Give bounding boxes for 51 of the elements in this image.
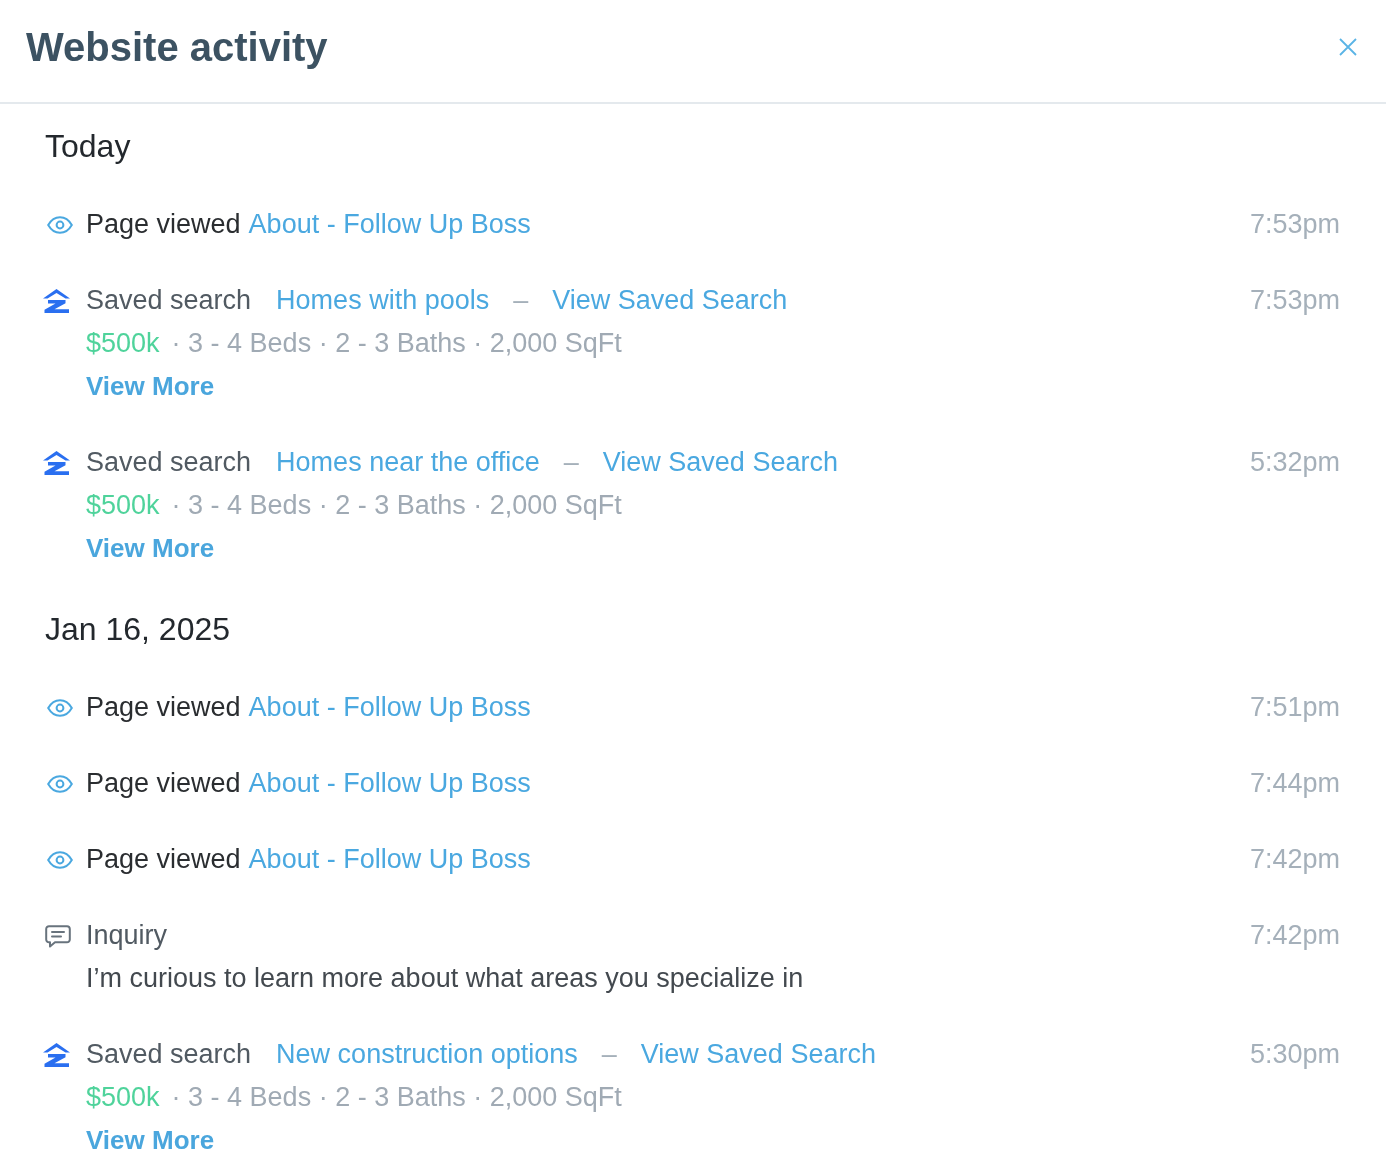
price-text: $500k bbox=[86, 327, 160, 360]
event-time: 7:53pm bbox=[1249, 208, 1340, 241]
house-icon bbox=[43, 450, 70, 475]
price-text: $500k bbox=[86, 1081, 160, 1114]
event-label: Page viewed bbox=[86, 767, 241, 800]
search-criteria-text: · 3 - 4 Beds · 2 - 3 Baths · 2,000 SqFt bbox=[171, 489, 622, 522]
page-link[interactable]: About - Follow Up Boss bbox=[248, 203, 531, 246]
date-heading: Today bbox=[45, 127, 132, 166]
event-time: 7:42pm bbox=[1249, 843, 1340, 876]
eye-icon bbox=[47, 215, 73, 234]
search-name-link[interactable]: Homes with pools bbox=[276, 279, 490, 322]
view-more-link[interactable]: View More bbox=[86, 527, 215, 570]
event-time: 7:44pm bbox=[1249, 767, 1340, 800]
event-label: Saved search bbox=[86, 1038, 252, 1071]
event-time: 7:51pm bbox=[1249, 691, 1340, 724]
separator-text: – bbox=[601, 1038, 617, 1071]
search-criteria-text: · 3 - 4 Beds · 2 - 3 Baths · 2,000 SqFt bbox=[171, 1081, 622, 1114]
event-time: 7:42pm bbox=[1249, 919, 1340, 952]
search-name-link[interactable]: New construction options bbox=[276, 1033, 578, 1076]
event-time: 5:30pm bbox=[1249, 1038, 1340, 1071]
view-saved-search-link[interactable]: View Saved Search bbox=[640, 1033, 876, 1076]
event-label: Saved search bbox=[86, 446, 252, 479]
view-more-link[interactable]: View More bbox=[86, 365, 215, 408]
event-label: Inquiry bbox=[86, 919, 168, 952]
chat-bubble-icon bbox=[45, 924, 71, 948]
house-icon bbox=[43, 1042, 70, 1067]
page-link[interactable]: About - Follow Up Boss bbox=[248, 762, 531, 805]
event-time: 7:53pm bbox=[1249, 284, 1340, 317]
event-label: Page viewed bbox=[86, 208, 241, 241]
panel-title: Website activity bbox=[26, 24, 328, 71]
event-time: 5:32pm bbox=[1249, 446, 1340, 479]
page-link[interactable]: About - Follow Up Boss bbox=[248, 686, 531, 729]
house-icon bbox=[43, 288, 70, 313]
event-label: Page viewed bbox=[86, 843, 241, 876]
view-saved-search-link[interactable]: View Saved Search bbox=[552, 279, 788, 322]
view-more-link[interactable]: View More bbox=[86, 1119, 215, 1162]
separator-text: – bbox=[513, 284, 529, 317]
eye-icon bbox=[47, 698, 73, 717]
search-name-link[interactable]: Homes near the office bbox=[276, 441, 540, 484]
search-criteria-text: · 3 - 4 Beds · 2 - 3 Baths · 2,000 SqFt bbox=[171, 327, 622, 360]
event-label: Saved search bbox=[86, 284, 252, 317]
eye-icon bbox=[47, 850, 73, 869]
view-saved-search-link[interactable]: View Saved Search bbox=[602, 441, 838, 484]
price-text: $500k bbox=[86, 489, 160, 522]
close-icon bbox=[1339, 38, 1357, 56]
separator-text: – bbox=[563, 446, 579, 479]
inquiry-message: I’m curious to learn more about what areas you specialize in bbox=[86, 962, 804, 995]
date-heading: Jan 16, 2025 bbox=[45, 610, 232, 649]
page-link[interactable]: About - Follow Up Boss bbox=[248, 838, 531, 881]
event-label: Page viewed bbox=[86, 691, 241, 724]
eye-icon bbox=[47, 774, 73, 793]
